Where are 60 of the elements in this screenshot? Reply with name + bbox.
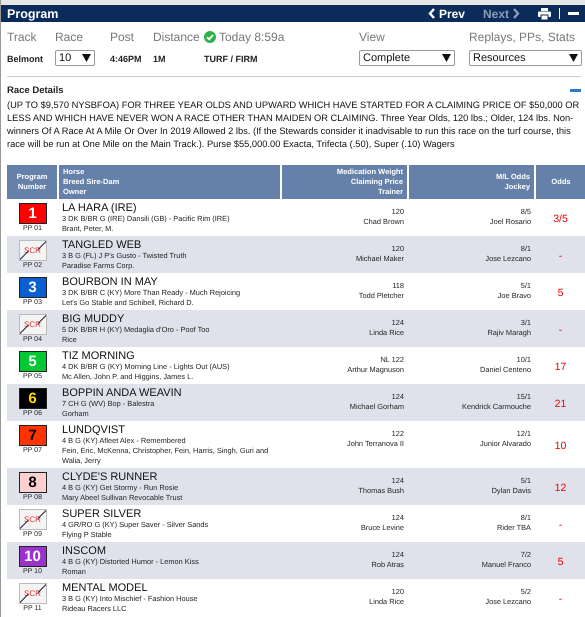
saddle-cloth-number: 5 bbox=[18, 351, 46, 372]
live-odds: 12 bbox=[554, 482, 566, 494]
saddle-cloth-number: 6 bbox=[18, 388, 46, 409]
resources-label: Replays, PPs, Stats bbox=[469, 30, 576, 44]
live-odds: 21 bbox=[554, 398, 566, 410]
scratched-badge: SCR bbox=[18, 583, 46, 604]
horse-name[interactable]: BOPPIN ANDA WEAVIN bbox=[62, 387, 277, 399]
horse-name[interactable]: TANGLED WEB bbox=[62, 239, 277, 251]
minimize-icon[interactable] bbox=[568, 12, 579, 15]
live-odds: 17 bbox=[554, 361, 566, 373]
panel-title: Program bbox=[7, 6, 58, 20]
caret-icon bbox=[82, 54, 91, 62]
race-conditions-text: (UP TO $9,570 NYSBFOA) FOR THREE YEAR OLDS AND UPWARD WHICH HAVE STARTED FOR A CLAIMING PRICE OF $50,000 OR LESS AND WHICH HAVE NEVER WON A RACE OTHER THAN MAIDEN OR CLAIMING. Three Year Olds, 120 lbs.; Older, 124 lbs. Non-winners Of A Race At A Mile Or Over In 2019 Allowed 2 lbs. (If the Stewards consider it inadvisable to run this race on the turf course, this race will be run at One Mile on the Main Track.). Purse $55,000.00 Exacta, Trifecta (.50), Super (.10) Wagers bbox=[7, 99, 580, 151]
live-odds: - bbox=[558, 324, 562, 336]
horse-name[interactable]: CLYDE'S RUNNER bbox=[62, 471, 277, 483]
live-odds: 5 bbox=[558, 556, 564, 568]
live-odds: 3/5 bbox=[553, 213, 568, 225]
horse-name[interactable]: TIZ MORNING bbox=[62, 350, 277, 362]
caret-icon bbox=[569, 54, 578, 62]
scratched-badge: SCR bbox=[18, 240, 46, 261]
updated-time: Today 8:59a bbox=[219, 30, 284, 44]
track-name: Belmont bbox=[7, 54, 44, 64]
track-label: Track bbox=[7, 30, 38, 44]
horse-name[interactable]: BOURBON IN MAY bbox=[62, 276, 277, 288]
post-label: Post bbox=[110, 30, 136, 44]
horse-name[interactable]: MENTAL MODEL bbox=[62, 582, 277, 594]
view-dropdown[interactable]: Complete bbox=[359, 50, 455, 66]
section-title: Race Details bbox=[7, 85, 64, 96]
print-icon[interactable] bbox=[538, 8, 551, 20]
horse-name[interactable]: LA HARA (IRE) bbox=[62, 202, 277, 214]
saddle-cloth-number: 1 bbox=[18, 203, 46, 224]
race-dropdown[interactable]: 10 bbox=[55, 50, 95, 66]
caret-icon bbox=[442, 54, 451, 62]
post-time: 4:46PM bbox=[110, 54, 143, 64]
live-odds: - bbox=[558, 593, 562, 605]
race-label: Race bbox=[55, 30, 84, 44]
scratched-badge: SCR bbox=[18, 314, 46, 335]
chevron-right-icon bbox=[512, 8, 520, 19]
resources-dropdown[interactable]: Resources bbox=[469, 50, 582, 66]
surface-value: TURF / FIRM bbox=[204, 54, 258, 64]
live-odds: 10 bbox=[554, 440, 566, 452]
distance-value: 1M bbox=[153, 54, 167, 64]
horse-name[interactable]: BIG MUDDY bbox=[62, 313, 277, 325]
saddle-cloth-number: 3 bbox=[18, 277, 46, 298]
saddle-cloth-number: 8 bbox=[18, 472, 46, 493]
live-odds: - bbox=[558, 519, 562, 531]
view-label: View bbox=[359, 30, 386, 44]
chevron-left-icon bbox=[428, 8, 436, 19]
scratched-badge: SCR bbox=[18, 509, 46, 530]
collapse-icon[interactable] bbox=[570, 89, 581, 92]
saddle-cloth-number: 10 bbox=[18, 546, 46, 567]
prev-link[interactable]: Prev bbox=[428, 6, 465, 20]
check-circle-icon bbox=[204, 31, 216, 43]
live-odds: 5 bbox=[558, 287, 564, 299]
saddle-cloth-number: 7 bbox=[18, 425, 46, 446]
horse-name[interactable]: INSCOM bbox=[62, 545, 277, 557]
horse-name[interactable]: SUPER SILVER bbox=[62, 508, 277, 520]
live-odds: - bbox=[558, 250, 562, 262]
distance-label: Distance bbox=[153, 30, 201, 44]
horse-name[interactable]: LUNDQVIST bbox=[62, 424, 277, 436]
